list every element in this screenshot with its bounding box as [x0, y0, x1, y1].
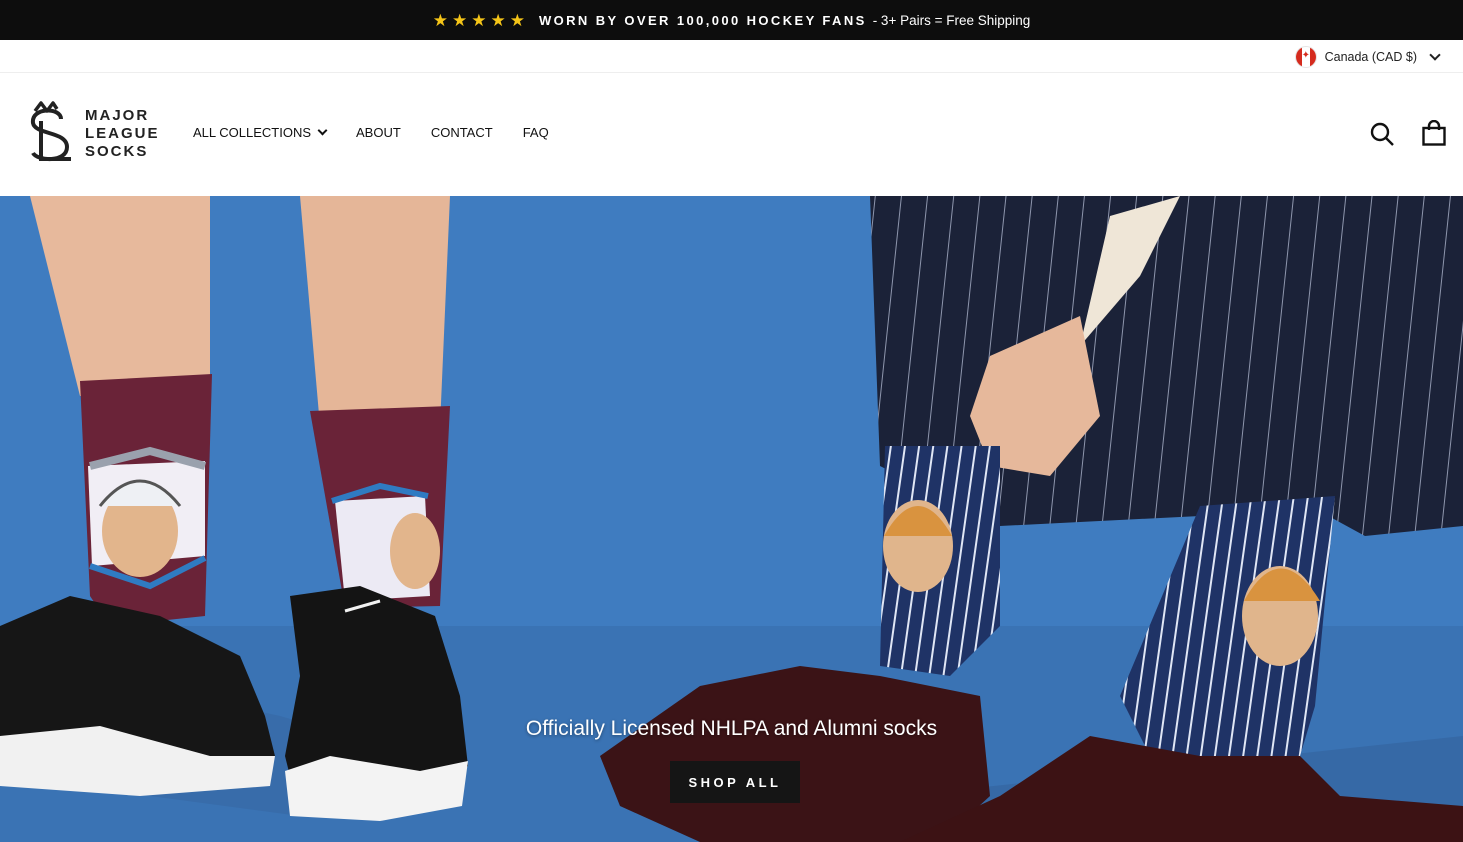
utility-bar: ✦ Canada (CAD $) [0, 40, 1463, 73]
nav-contact[interactable]: CONTACT [431, 125, 493, 140]
brand-wordmark: MAJOR LEAGUE SOCKS [85, 107, 160, 161]
brand-logo[interactable]: MAJOR LEAGUE SOCKS [27, 101, 160, 167]
announcement-headline: WORN BY OVER 100,000 HOCKEY FANS [538, 12, 867, 28]
search-icon[interactable] [1370, 122, 1394, 146]
shop-all-button[interactable]: SHOP ALL [670, 761, 800, 803]
star-icon: ★ [451, 10, 468, 30]
country-label: Canada (CAD $) [1324, 50, 1417, 64]
announcement-detail: - 3+ Pairs = Free Shipping [872, 12, 1031, 28]
canada-flag-icon: ✦ [1294, 46, 1317, 68]
nav-all-collections[interactable]: ALL COLLECTIONS [193, 125, 328, 140]
nav-label: ABOUT [356, 125, 401, 140]
nav-label: CONTACT [430, 125, 493, 140]
country-selector[interactable]: ✦ Canada (CAD $) [1294, 46, 1441, 68]
site-header: MAJOR LEAGUE SOCKS ALL COLLECTIONS ABOUT… [0, 73, 1463, 196]
rating-stars: ★ ★ ★ ★ ★ [433, 12, 525, 29]
nav-faq[interactable]: FAQ [523, 125, 549, 140]
brand-line: SOCKS [85, 143, 149, 160]
hero-tagline: Officially Licensed NHLPA and Alumni soc… [525, 717, 938, 740]
nav-about[interactable]: ABOUT [356, 125, 401, 140]
brand-line: LEAGUE [85, 125, 160, 142]
shopping-bag-icon[interactable] [1422, 120, 1446, 146]
nav-label: FAQ [522, 125, 549, 140]
star-icon: ★ [509, 10, 525, 30]
logo-mark-icon [31, 101, 71, 161]
nav-label: ALL COLLECTIONS [193, 125, 312, 140]
hero-image [0, 196, 1463, 842]
chevron-down-icon [1429, 49, 1441, 61]
star-icon: ★ [471, 10, 487, 30]
star-icon: ★ [432, 10, 448, 30]
brand-line: MAJOR [85, 107, 150, 124]
announcement-bar: ★ ★ ★ ★ ★ WORN BY OVER 100,000 HOCKEY FA… [0, 0, 1463, 40]
star-icon: ★ [490, 10, 506, 30]
main-nav: ALL COLLECTIONS ABOUT CONTACT FAQ [193, 125, 549, 140]
hero-banner[interactable]: Officially Licensed NHLPA and Alumni soc… [0, 196, 1463, 842]
chevron-down-icon [317, 125, 328, 136]
